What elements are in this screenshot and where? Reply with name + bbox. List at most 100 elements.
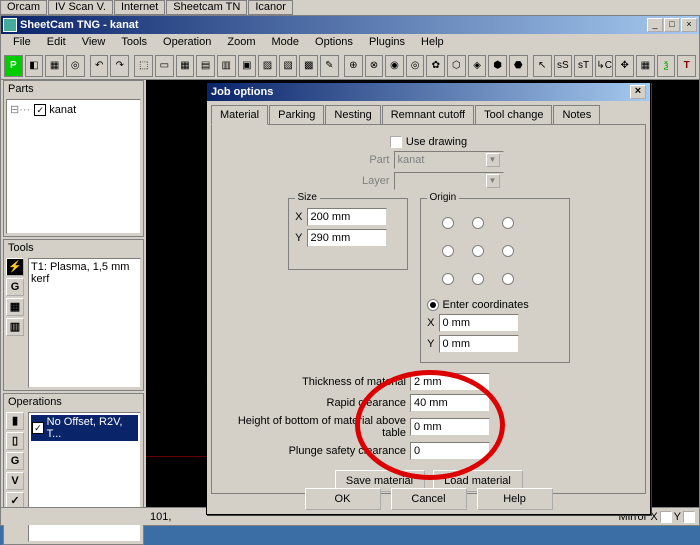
op-icon[interactable]: ▮ [6, 412, 24, 430]
list-item[interactable]: ✓ No Offset, R2V, T... [31, 415, 138, 441]
menu-operation[interactable]: Operation [155, 34, 219, 52]
origin-y-input[interactable] [439, 335, 519, 353]
minimize-button[interactable]: _ [647, 18, 663, 32]
mirror-x-checkbox[interactable] [660, 511, 672, 523]
thickness-input[interactable] [410, 373, 490, 391]
menu-options[interactable]: Options [307, 34, 361, 52]
enter-coords-radio[interactable] [427, 299, 439, 311]
toolbar-btn[interactable]: ⬚ [134, 55, 153, 77]
origin-radio[interactable] [472, 217, 484, 229]
toolbar-btn[interactable]: ▦ [636, 55, 655, 77]
os-taskbar-tabs: OrcamIV Scan V.InternetSheetcam TNIcanor [0, 0, 700, 15]
menu-view[interactable]: View [74, 34, 114, 52]
toolbar-btn[interactable]: ⬢ [488, 55, 507, 77]
origin-x-input[interactable] [439, 314, 519, 332]
tool-icon[interactable]: ▥ [6, 318, 24, 336]
rapid-input[interactable] [410, 394, 490, 412]
origin-radio[interactable] [442, 273, 454, 285]
toolbar-btn[interactable]: ◈ [468, 55, 487, 77]
menu-help[interactable]: Help [413, 34, 452, 52]
origin-radio[interactable] [502, 245, 514, 257]
toolbar-btn[interactable]: ↶ [90, 55, 109, 77]
plunge-input[interactable] [410, 442, 490, 460]
menu-plugins[interactable]: Plugins [361, 34, 413, 52]
origin-radio[interactable] [502, 273, 514, 285]
toolbar-btn[interactable]: ↷ [110, 55, 129, 77]
left-panels: Parts ⊟··· ✓ kanat Tools ⚡ G ▦ ▥ [1, 80, 146, 507]
toolbar-btn[interactable]: ✎ [320, 55, 339, 77]
help-button[interactable]: Help [477, 488, 553, 510]
toolbar-btn[interactable]: ▤ [196, 55, 215, 77]
dialog-close-button[interactable]: × [630, 85, 646, 99]
mirror-y-checkbox[interactable] [683, 511, 695, 523]
size-y-input[interactable] [307, 229, 387, 247]
tab-material[interactable]: Material [211, 105, 268, 125]
height-input[interactable] [410, 418, 490, 436]
cancel-button[interactable]: Cancel [391, 488, 467, 510]
toolbar-btn[interactable]: ▨ [258, 55, 277, 77]
origin-grid [433, 209, 563, 293]
toolbar-btn[interactable]: ѕS [554, 55, 573, 77]
origin-radio[interactable] [472, 245, 484, 257]
panel-tools-title: Tools [4, 240, 143, 256]
ok-button[interactable]: OK [305, 488, 381, 510]
layer-combo[interactable]: ▼ [394, 172, 504, 190]
parts-tree[interactable]: ⊟··· ✓ kanat [6, 99, 141, 234]
toolbar-btn[interactable]: ↳C [595, 55, 614, 77]
tree-item[interactable]: ⊟··· ✓ kanat [9, 102, 138, 117]
tool-icon[interactable]: ▦ [6, 298, 24, 316]
tools-list[interactable]: T1: Plasma, 1,5 mm kerf [28, 258, 141, 388]
origin-radio[interactable] [442, 217, 454, 229]
part-combo[interactable]: kanat▼ [394, 151, 504, 169]
toolbar-btn[interactable]: ◎ [66, 55, 85, 77]
toolbar-text-icon[interactable]: T [677, 55, 696, 77]
toolbar-btn[interactable]: ◧ [25, 55, 44, 77]
checkbox-icon[interactable]: ✓ [32, 422, 44, 434]
tab-toolchange[interactable]: Tool change [475, 105, 552, 124]
part-name: kanat [49, 104, 76, 116]
tool-icon[interactable]: G [6, 278, 24, 296]
close-button[interactable]: × [681, 18, 697, 32]
menu-edit[interactable]: Edit [39, 34, 74, 52]
toolbar-btn[interactable]: ⊕ [344, 55, 363, 77]
toolbar-btn[interactable]: ▦ [45, 55, 64, 77]
toolbar-btn[interactable]: ▦ [176, 55, 195, 77]
toolbar-btn[interactable]: ѯ [657, 55, 676, 77]
menu-mode[interactable]: Mode [263, 34, 307, 52]
use-drawing-checkbox[interactable] [390, 136, 402, 148]
mirror-y-label: Y [674, 511, 681, 523]
size-x-input[interactable] [307, 208, 387, 226]
op-icon[interactable]: ▯ [6, 432, 24, 450]
tab-notes[interactable]: Notes [553, 105, 600, 124]
menu-file[interactable]: File [5, 34, 39, 52]
tab-nesting[interactable]: Nesting [325, 105, 380, 124]
toolbar-btn[interactable]: ⊗ [365, 55, 384, 77]
toolbar-btn[interactable]: ✿ [426, 55, 445, 77]
toolbar-btn[interactable]: ⬡ [447, 55, 466, 77]
tab-parking[interactable]: Parking [269, 105, 324, 124]
menu-zoom[interactable]: Zoom [219, 34, 263, 52]
maximize-button[interactable]: □ [664, 18, 680, 32]
checkbox-icon[interactable]: ✓ [34, 104, 46, 116]
toolbar-btn[interactable]: ⬣ [509, 55, 528, 77]
toolbar-btn[interactable]: ▩ [299, 55, 318, 77]
toolbar-btn[interactable]: ▭ [155, 55, 174, 77]
origin-radio[interactable] [442, 245, 454, 257]
toolbar-btn[interactable]: ▣ [238, 55, 257, 77]
toolbar-btn[interactable]: ◉ [385, 55, 404, 77]
list-item[interactable]: T1: Plasma, 1,5 mm kerf [31, 261, 138, 285]
op-icon[interactable]: G [6, 452, 24, 470]
toolbar-btn[interactable]: ✥ [615, 55, 634, 77]
toolbar-arrow-icon[interactable]: ↖ [533, 55, 552, 77]
toolbar-btn[interactable]: ▧ [279, 55, 298, 77]
toolbar-btn[interactable]: ѕT [574, 55, 593, 77]
origin-radio[interactable] [502, 217, 514, 229]
op-icon[interactable]: V [6, 472, 24, 490]
menu-tools[interactable]: Tools [113, 34, 155, 52]
toolbar-btn[interactable]: ▥ [217, 55, 236, 77]
toolbar-btn[interactable]: ◎ [406, 55, 425, 77]
tool-icon[interactable]: ⚡ [6, 258, 24, 276]
tab-remnant[interactable]: Remnant cutoff [382, 105, 474, 124]
toolbar-run-icon[interactable]: P [4, 55, 23, 77]
origin-radio[interactable] [472, 273, 484, 285]
